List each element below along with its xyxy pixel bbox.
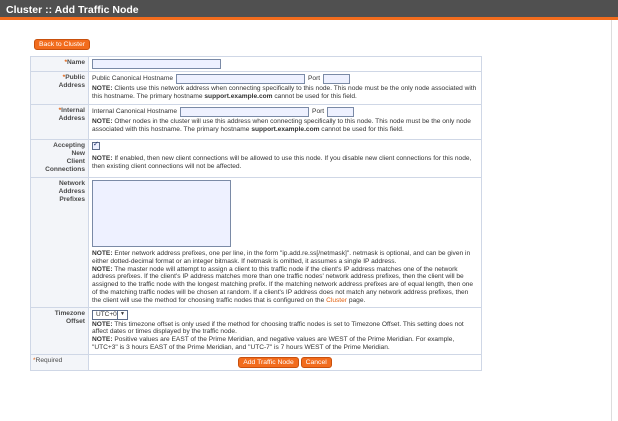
timezone-label: Timezone Offset — [30, 306, 89, 355]
row-timezone: Timezone Offset UTC+0 ▼ NOTE: This timezon… — [30, 306, 482, 355]
row-public-address: *Public Address Public Canonical Hostname… — [30, 71, 482, 105]
internal-port-label: Port — [312, 108, 325, 116]
row-accepting: AcceptingNewClientConnections NOTE: If e… — [30, 139, 482, 178]
row-prefixes: Network Address Prefixes NOTE: Enter netwo… — [30, 177, 482, 308]
cluster-link[interactable]: Cluster — [326, 297, 347, 304]
add-traffic-node-button[interactable]: Add Traffic Node — [238, 356, 299, 368]
internal-hostname-input[interactable] — [180, 107, 310, 117]
internal-address-label: *Internal Address — [30, 104, 89, 140]
timezone-note-1: NOTE: This timezone offset is only used … — [92, 320, 464, 336]
accepting-checkbox[interactable] — [92, 141, 100, 150]
prefixes-note-2: NOTE: The master node will attempt to as… — [92, 265, 474, 304]
timezone-note-2: NOTE: Positive values are EAST of the Pr… — [92, 336, 455, 351]
accepting-note: NOTE: If enabled, then new client connec… — [92, 154, 472, 170]
internal-port-input[interactable] — [327, 107, 355, 117]
timezone-select[interactable]: UTC+0 ▼ — [92, 309, 128, 320]
name-input[interactable] — [92, 59, 221, 69]
name-label: *Name — [30, 56, 89, 72]
public-address-label: *Public Address — [30, 71, 89, 105]
required-legend: *Required — [30, 353, 89, 371]
back-to-cluster-button[interactable]: Back to Cluster — [34, 39, 91, 50]
prefixes-note-1: NOTE: Enter network address prefixes, on… — [92, 250, 471, 265]
internal-hostname-label: Internal Canonical Hostname — [92, 108, 178, 116]
page-title: Cluster :: Add Traffic Node — [6, 4, 139, 16]
row-footer: *Required Add Traffic Node Cancel — [30, 353, 482, 371]
internal-address-note: NOTE: Other nodes in the cluster will us… — [92, 118, 471, 133]
accepting-label: Accepting New Client Connections — [30, 139, 89, 178]
public-hostname-label: Public Canonical Hostname — [92, 75, 173, 83]
page-header: Cluster :: Add Traffic Node — [0, 0, 618, 20]
public-port-label: Port — [308, 75, 321, 83]
public-address-note: NOTE: Clients use this network address w… — [92, 85, 477, 100]
public-port-input[interactable] — [323, 74, 351, 84]
prefixes-label: Network Address Prefixes — [30, 177, 89, 308]
row-name: *Name — [30, 56, 482, 72]
public-hostname-input[interactable] — [176, 74, 305, 84]
prefixes-textarea[interactable] — [92, 180, 231, 247]
cancel-button[interactable]: Cancel — [300, 356, 332, 368]
row-internal-address: *Internal Address Internal Canonical Host… — [30, 104, 482, 140]
chevron-down-icon: ▼ — [117, 310, 127, 319]
add-node-form: *Name *Public Address Public Canonical Ho… — [30, 56, 482, 371]
